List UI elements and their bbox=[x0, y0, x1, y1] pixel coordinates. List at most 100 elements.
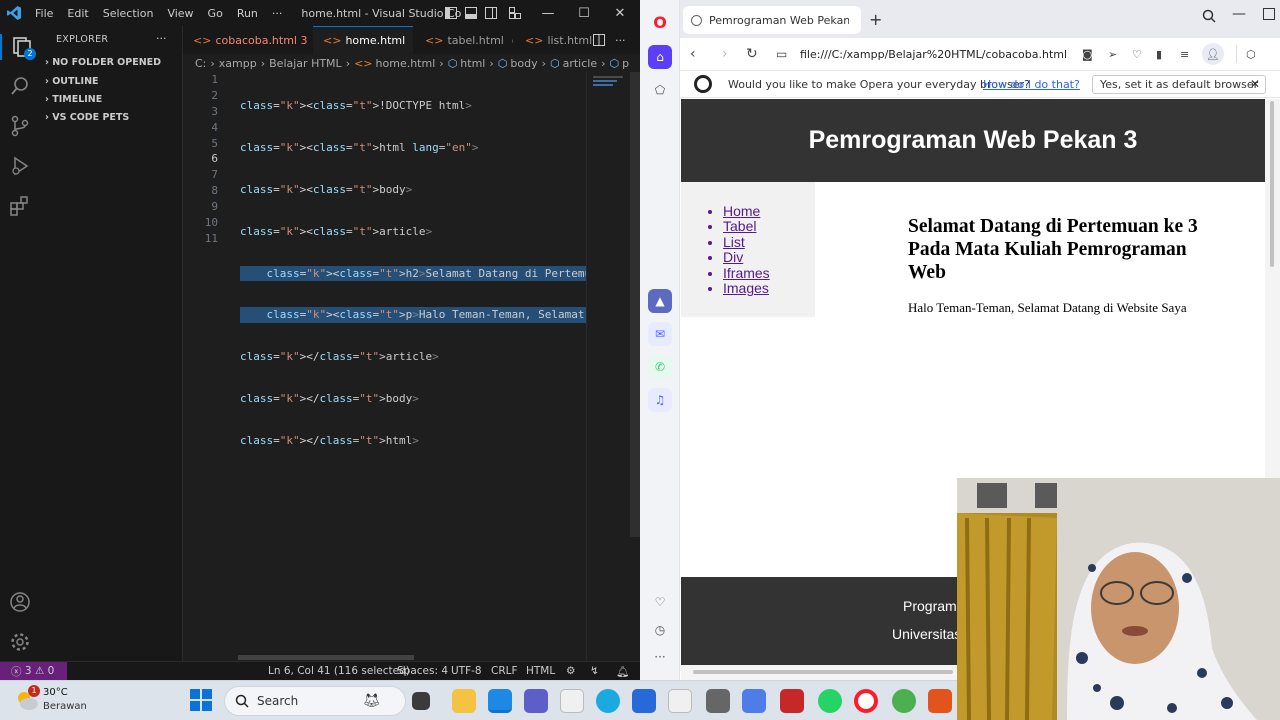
run-debug-icon[interactable] bbox=[8, 154, 32, 178]
breadcrumb-xampp[interactable]: xampp bbox=[219, 57, 257, 70]
breadcrumb-folder[interactable]: Belajar HTML bbox=[269, 57, 342, 70]
start-windows-icon[interactable] bbox=[190, 689, 212, 715]
problems-indicator[interactable]: ⓧ 3 ⚠ 0 bbox=[0, 661, 67, 681]
tab-tabel[interactable]: <>tabel.html● bbox=[413, 26, 513, 54]
opera-logo-icon[interactable]: O bbox=[648, 10, 672, 34]
nav-link-images[interactable]: Images bbox=[723, 280, 815, 296]
menu-go[interactable]: Go bbox=[201, 7, 230, 20]
menu-selection[interactable]: Selection bbox=[96, 7, 161, 20]
settings-gear-icon[interactable] bbox=[8, 630, 32, 654]
task-view-icon[interactable] bbox=[412, 692, 430, 710]
section-outline[interactable]: › OUTLINE bbox=[45, 76, 99, 87]
menu-file[interactable]: File bbox=[28, 7, 60, 20]
section-no-folder[interactable]: › NO FOLDER OPENED bbox=[45, 57, 161, 68]
whatsapp-taskbar-icon[interactable] bbox=[818, 689, 842, 713]
menu-run[interactable]: Run bbox=[230, 7, 265, 20]
file-explorer-icon[interactable] bbox=[452, 689, 476, 713]
app-e-icon[interactable] bbox=[928, 689, 952, 713]
live-share-icon[interactable]: ⚙ bbox=[566, 665, 575, 677]
vscode-taskbar-icon[interactable] bbox=[488, 689, 512, 713]
tab-list[interactable]: <> list.html bbox=[513, 26, 593, 54]
editor-scrollbar[interactable] bbox=[630, 72, 640, 537]
encoding[interactable]: UTF-8 bbox=[451, 665, 482, 677]
language-mode[interactable]: HTML bbox=[526, 665, 555, 677]
breadcrumb-html[interactable]: html bbox=[460, 57, 485, 70]
breadcrumb-file[interactable]: home.html bbox=[376, 57, 436, 70]
breadcrumb-body[interactable]: body bbox=[510, 57, 537, 70]
minimize-button[interactable]: — bbox=[1232, 6, 1246, 22]
url-field[interactable]: file:///C:/xampp/Belajar%20HTML/cobacoba… bbox=[800, 48, 1067, 61]
menu-more[interactable]: ··· bbox=[265, 7, 290, 20]
feedback-icon[interactable]: ↯ bbox=[590, 665, 599, 677]
nav-link-div[interactable]: Div bbox=[723, 249, 815, 265]
whatsapp-icon[interactable]: ✆ bbox=[648, 355, 672, 379]
extensions-icon[interactable] bbox=[8, 194, 32, 218]
more-icon[interactable]: ··· bbox=[648, 645, 672, 669]
teams-icon[interactable] bbox=[524, 689, 548, 713]
indentation[interactable]: Spaces: 4 bbox=[397, 665, 448, 677]
history-clock-icon[interactable]: ◷ bbox=[648, 618, 672, 642]
account-icon[interactable] bbox=[8, 590, 32, 614]
app-b-icon[interactable] bbox=[668, 689, 692, 713]
tab-search-icon[interactable] bbox=[1202, 9, 1216, 27]
nav-link-tabel[interactable]: Tabel bbox=[723, 218, 815, 234]
toggle-secondary-sidebar-icon[interactable] bbox=[480, 0, 502, 26]
minimize-button[interactable]: — bbox=[530, 0, 566, 26]
xampp-icon[interactable] bbox=[780, 689, 804, 713]
toggle-panel-icon[interactable] bbox=[460, 0, 482, 26]
send-icon[interactable]: ➢ bbox=[1108, 48, 1117, 61]
app-c-icon[interactable] bbox=[706, 689, 730, 713]
minimap[interactable] bbox=[586, 72, 640, 661]
music-player-icon[interactable]: ♫ bbox=[648, 388, 672, 412]
cursor-position[interactable]: Ln 6, Col 41 (116 selected) bbox=[268, 665, 410, 677]
favorites-heart-icon[interactable]: ♡ bbox=[648, 590, 672, 614]
opera-taskbar-icon[interactable] bbox=[854, 689, 878, 713]
explorer-more-button[interactable]: ··· bbox=[156, 32, 167, 45]
line-ending[interactable]: CRLF bbox=[491, 665, 518, 677]
back-icon[interactable]: ‹ bbox=[690, 46, 696, 62]
split-editor-icon[interactable] bbox=[593, 26, 615, 54]
battery-saver-icon[interactable]: ▮ bbox=[1156, 48, 1162, 61]
maximize-button[interactable]: ☐ bbox=[566, 0, 602, 26]
close-window-button[interactable]: ✕ bbox=[602, 0, 638, 26]
heart-icon[interactable]: ♡ bbox=[1132, 48, 1142, 61]
breadcrumb-article[interactable]: article bbox=[563, 57, 598, 70]
aria-icon[interactable]: ▲ bbox=[648, 289, 672, 313]
extensions-cube-icon[interactable]: ⬡ bbox=[1246, 48, 1256, 61]
explorer-icon[interactable]: 2 bbox=[0, 34, 40, 60]
messenger-icon[interactable]: ✉ bbox=[648, 322, 672, 346]
profile-icon[interactable]: 👤︎ bbox=[1202, 43, 1224, 65]
section-vscode-pets[interactable]: › VS CODE PETS bbox=[45, 112, 129, 123]
maximize-button[interactable] bbox=[1263, 8, 1275, 20]
set-default-button[interactable]: Yes, set it as default browser bbox=[1092, 75, 1267, 94]
tab-cobacoba[interactable]: <>cobacoba.html 3● bbox=[183, 26, 313, 54]
edge-icon[interactable] bbox=[596, 689, 620, 713]
editor-more-icon[interactable]: ··· bbox=[615, 26, 637, 54]
tab-home[interactable]: <>home.html✕ bbox=[313, 26, 413, 54]
app-d-icon[interactable] bbox=[742, 689, 766, 713]
home-workspace-icon[interactable]: ⌂ bbox=[648, 45, 672, 69]
nav-link-iframes[interactable]: Iframes bbox=[723, 265, 815, 281]
nav-link-home[interactable]: Home bbox=[723, 203, 815, 219]
customize-layout-icon[interactable] bbox=[504, 0, 526, 26]
search-icon[interactable] bbox=[8, 74, 32, 98]
pinboard-icon[interactable]: ⬠ bbox=[648, 78, 672, 102]
forward-icon[interactable]: › bbox=[722, 46, 728, 62]
camera-icon[interactable]: ◙ bbox=[1082, 48, 1093, 61]
taskbar-search[interactable]: Search 🦊︎ bbox=[224, 686, 406, 716]
weather-widget-icon[interactable]: 1 bbox=[14, 685, 40, 713]
browser-tab[interactable]: Pemrograman Web Pekan bbox=[683, 6, 861, 34]
menu-edit[interactable]: Edit bbox=[60, 7, 95, 20]
chrome-icon[interactable] bbox=[892, 689, 916, 713]
horizontal-scrollbar[interactable] bbox=[238, 655, 414, 660]
scrollbar-thumb[interactable] bbox=[1270, 101, 1274, 267]
menu-view[interactable]: View bbox=[160, 7, 200, 20]
close-banner-icon[interactable]: ✕ bbox=[1250, 77, 1260, 91]
nav-link-list[interactable]: List bbox=[723, 234, 815, 250]
new-tab-button[interactable]: + bbox=[869, 10, 882, 29]
section-timeline[interactable]: › TIMELINE bbox=[45, 94, 102, 105]
source-control-icon[interactable] bbox=[8, 114, 32, 138]
breadcrumb-p[interactable]: p bbox=[622, 57, 629, 70]
easy-setup-icon[interactable]: ≡ bbox=[1180, 48, 1189, 61]
notifications-bell-icon[interactable]: 🔔︎ bbox=[616, 665, 629, 678]
